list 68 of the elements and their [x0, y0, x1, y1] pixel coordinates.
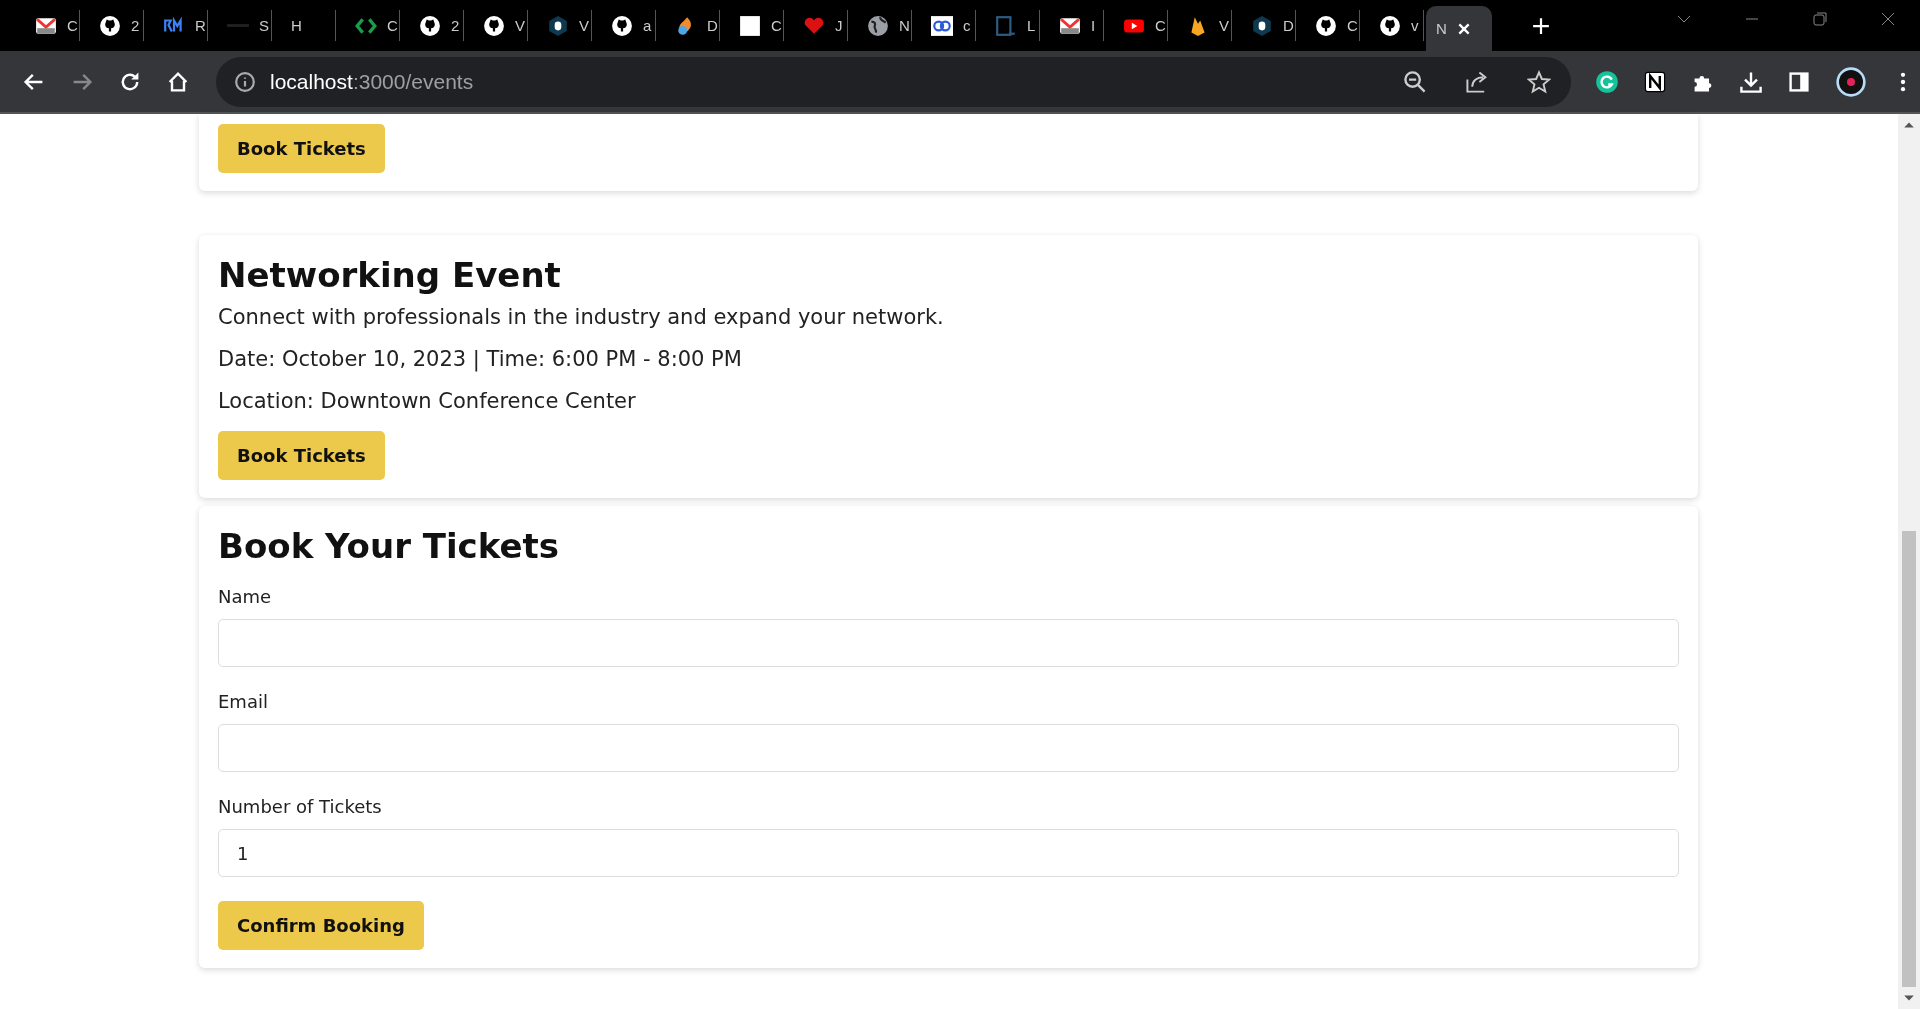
- browser-tab[interactable]: C: [16, 10, 80, 41]
- browser-tab[interactable]: V: [1168, 10, 1232, 41]
- browser-tab[interactable]: D: [656, 10, 720, 41]
- browser-tab[interactable]: I: [1040, 10, 1104, 41]
- cat-icon: [611, 14, 633, 37]
- address-bar[interactable]: localhost:3000/events: [216, 56, 1571, 107]
- extension-icon[interactable]: [1643, 69, 1667, 94]
- hexagon-icon: [1251, 14, 1273, 37]
- form-title: Book Your Tickets: [218, 526, 560, 566]
- globe-icon: [867, 14, 889, 37]
- url-text: localhost:3000/events: [270, 69, 474, 94]
- event-date: Date: October 10, 2023 | Time: 6:00 PM - 8:00 PM: [218, 347, 743, 371]
- home-icon[interactable]: [166, 69, 190, 94]
- field-label: Email: [218, 691, 269, 712]
- scrollbar[interactable]: [1898, 114, 1920, 1009]
- browser-tab[interactable]: S: [208, 10, 272, 41]
- browser-tab[interactable]: R: [144, 10, 208, 41]
- field-label: Number of Tickets: [218, 796, 383, 817]
- cat-icon: [419, 14, 441, 37]
- side-panel-icon[interactable]: [1787, 69, 1811, 94]
- confirm-booking-button[interactable]: Confirm Booking: [218, 901, 424, 950]
- browser-tab[interactable]: a: [592, 10, 656, 41]
- link-icon: [931, 14, 953, 37]
- browser-tab[interactable]: N: [848, 10, 912, 41]
- browser-tab[interactable]: D: [1232, 10, 1296, 41]
- scrollbar-thumb[interactable]: [1902, 531, 1916, 987]
- input-field[interactable]: [218, 619, 1679, 667]
- browser-tab[interactable]: L: [976, 10, 1040, 41]
- browser-tab[interactable]: v: [1360, 10, 1424, 41]
- new-tab-icon[interactable]: [1532, 17, 1550, 35]
- avatar-icon[interactable]: [1835, 65, 1867, 98]
- input-field[interactable]: 1: [218, 829, 1679, 877]
- browser-tab[interactable]: C: [1104, 10, 1168, 41]
- event-description: Connect with professionals in the industry and expand your network.: [218, 305, 945, 329]
- field-label: Name: [218, 586, 273, 607]
- browser-tab[interactable]: H: [272, 10, 336, 41]
- cat-icon: [1315, 14, 1337, 37]
- book-tickets-button[interactable]: Book Tickets: [218, 431, 385, 480]
- browser-tab[interactable]: C: [1296, 10, 1360, 41]
- square-icon: [739, 14, 761, 37]
- info-icon[interactable]: [234, 70, 256, 93]
- terminal-icon: [995, 14, 1017, 37]
- dash-icon: [227, 24, 249, 27]
- download-icon[interactable]: [1739, 69, 1763, 94]
- hexagon-icon: [547, 14, 569, 37]
- browser-tab[interactable]: C: [336, 10, 400, 41]
- browser-tab[interactable]: 2: [400, 10, 464, 41]
- browser-tab[interactable]: J: [784, 10, 848, 41]
- browser-tab[interactable]: c: [912, 10, 976, 41]
- star-icon[interactable]: [1527, 69, 1551, 94]
- book-tickets-button[interactable]: Book Tickets: [218, 124, 385, 173]
- cat-icon: [1379, 14, 1401, 37]
- input-field[interactable]: [218, 724, 1679, 772]
- browser-tab[interactable]: V: [464, 10, 528, 41]
- browser-tab[interactable]: N: [1426, 6, 1492, 51]
- browser-tab[interactable]: C: [720, 10, 784, 41]
- browser-tab[interactable]: V: [528, 10, 592, 41]
- restore-icon[interactable]: [1812, 11, 1828, 27]
- share-icon[interactable]: [1465, 69, 1489, 94]
- event-location: Location: Downtown Conference Center: [218, 389, 637, 413]
- browser-tab[interactable]: 2: [80, 10, 144, 41]
- cat-icon: [99, 14, 121, 37]
- cat-icon: [483, 14, 505, 37]
- event-title: Networking Event: [218, 255, 562, 295]
- zoom-out-icon[interactable]: [1403, 69, 1427, 94]
- close-icon[interactable]: [1880, 11, 1896, 27]
- close-icon[interactable]: [1456, 21, 1471, 36]
- extension-icon[interactable]: [1595, 69, 1619, 94]
